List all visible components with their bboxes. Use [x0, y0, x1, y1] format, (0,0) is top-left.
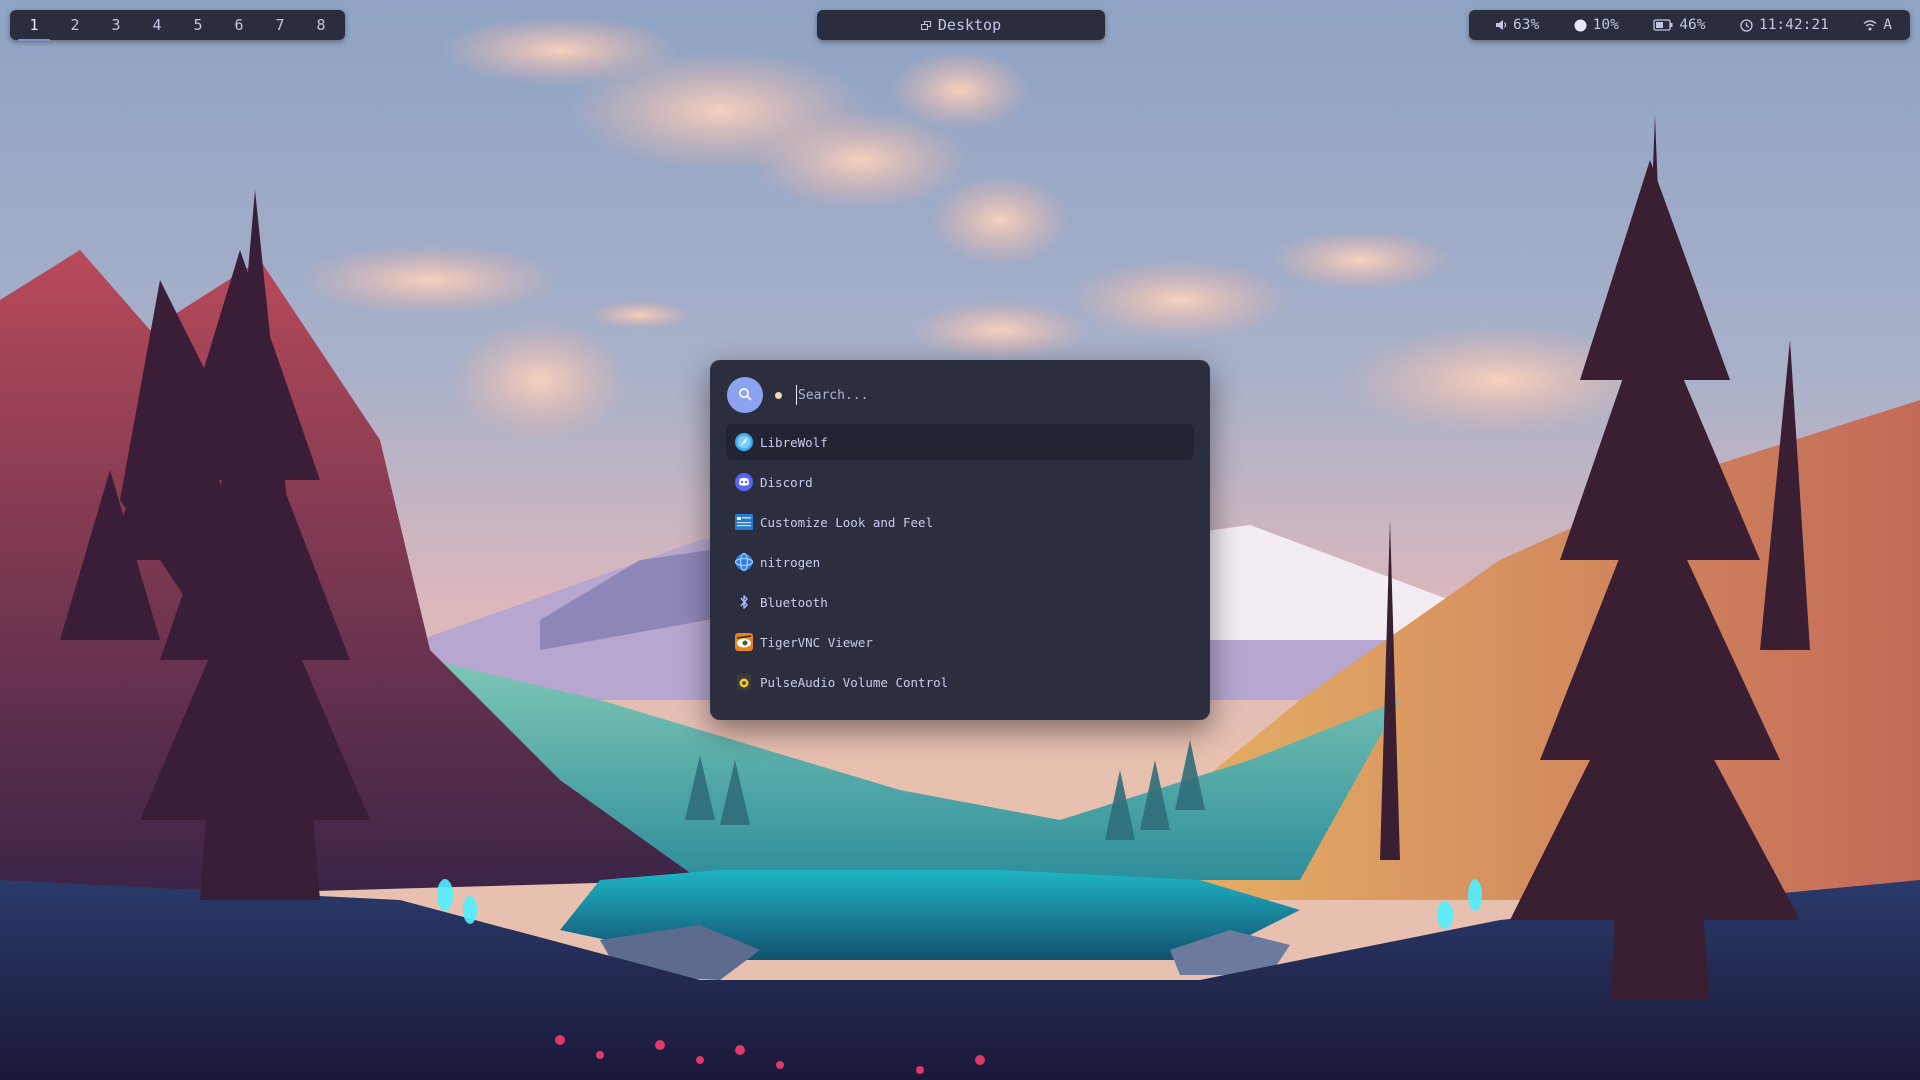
result-label: Discord: [760, 474, 813, 490]
brightness-icon: [1574, 19, 1587, 32]
librewolf-icon: [734, 432, 754, 452]
network-indicator[interactable]: A: [1863, 17, 1892, 33]
speaker-icon: [1495, 19, 1507, 31]
window-title-bar: Desktop: [817, 10, 1105, 40]
appearance-icon: [734, 512, 754, 532]
window-title-label: Desktop: [937, 16, 1002, 34]
volume-indicator[interactable]: 63%: [1495, 17, 1539, 33]
result-label: TigerVNC Viewer: [760, 634, 873, 650]
workspace-7[interactable]: 7: [262, 11, 298, 39]
search-row: [726, 376, 1194, 414]
clock-icon: [1740, 18, 1753, 32]
workspace-2[interactable]: 2: [57, 11, 93, 39]
tigervnc-icon: [734, 632, 754, 652]
workspace-8[interactable]: 8: [303, 11, 339, 39]
window-icon: [920, 20, 931, 30]
search-icon: [738, 386, 752, 405]
workspace-3[interactable]: 3: [98, 11, 134, 39]
result-item[interactable]: Discord: [726, 464, 1194, 500]
network-value: A: [1883, 17, 1892, 33]
result-item[interactable]: Bluetooth: [726, 584, 1194, 620]
workspace-6[interactable]: 6: [221, 11, 257, 39]
result-label: PulseAudio Volume Control: [760, 674, 949, 690]
brightness-indicator[interactable]: 10%: [1574, 17, 1619, 33]
status-bar: 63% 10% 46% 11:42:21 A: [1469, 10, 1910, 40]
results-list: LibreWolf Discord Customize Look and Feel n…: [726, 424, 1194, 700]
discord-icon: [734, 472, 754, 492]
result-label: Customize Look and Feel: [760, 514, 934, 530]
result-item[interactable]: LibreWolf: [726, 424, 1194, 460]
workspace-1[interactable]: 1: [16, 11, 52, 41]
battery-indicator[interactable]: 46%: [1653, 17, 1706, 33]
volume-value: 63%: [1513, 17, 1540, 33]
result-item[interactable]: PulseAudio Volume Control: [726, 664, 1194, 700]
search-button[interactable]: [727, 377, 763, 413]
workspace-4[interactable]: 4: [139, 11, 175, 39]
wifi-icon: [1863, 19, 1877, 31]
search-indicator-dot: [775, 391, 782, 399]
result-item[interactable]: Customize Look and Feel: [726, 504, 1194, 540]
battery-icon: [1653, 19, 1673, 31]
workspace-5[interactable]: 5: [180, 11, 216, 39]
clock[interactable]: 11:42:21: [1740, 17, 1829, 33]
brightness-value: 10%: [1592, 17, 1619, 33]
app-launcher: LibreWolf Discord Customize Look and Feel n…: [710, 360, 1210, 720]
result-label: Bluetooth: [760, 594, 828, 610]
pulseaudio-icon: [734, 672, 754, 692]
result-item[interactable]: nitrogen: [726, 544, 1194, 580]
result-label: nitrogen: [760, 554, 821, 570]
result-item[interactable]: TigerVNC Viewer: [726, 624, 1194, 660]
search-input[interactable]: [796, 385, 1194, 405]
result-label: LibreWolf: [760, 434, 828, 450]
nitrogen-icon: [734, 552, 754, 572]
workspace-switcher: 12345678: [10, 10, 345, 41]
bluetooth-icon: [734, 592, 754, 612]
clock-value: 11:42:21: [1758, 17, 1829, 33]
battery-value: 46%: [1679, 17, 1706, 33]
